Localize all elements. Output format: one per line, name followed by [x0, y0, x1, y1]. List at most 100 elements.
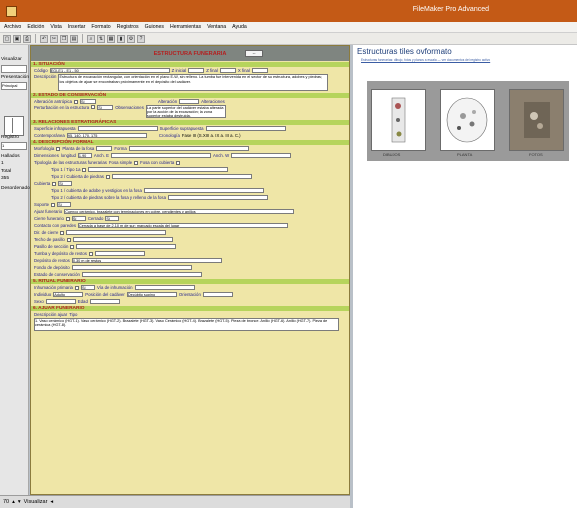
- dir-cierre-checkbox[interactable]: [60, 230, 65, 235]
- chart-icon[interactable]: ▮: [117, 34, 125, 43]
- menu-vista[interactable]: Vista: [50, 24, 61, 30]
- longitud-field[interactable]: 1.90: [77, 153, 92, 158]
- inhumacion-checkbox[interactable]: [74, 285, 79, 290]
- table-icon[interactable]: ▦: [107, 34, 115, 43]
- paste-icon[interactable]: ▤: [70, 34, 78, 43]
- z-final-field[interactable]: [219, 68, 236, 73]
- save-icon[interactable]: ▣: [13, 34, 21, 43]
- alteracion-field[interactable]: Sí: [79, 99, 96, 104]
- estado-field[interactable]: [81, 272, 202, 277]
- cierre-field[interactable]: Sí: [71, 216, 86, 221]
- menu-formato[interactable]: Formato: [91, 24, 110, 30]
- find-icon[interactable]: ⌕: [87, 34, 95, 43]
- layout-selector[interactable]: Principal: [1, 82, 27, 90]
- menu-archivo[interactable]: Archivo: [4, 24, 21, 30]
- tipologia-label: Tipología de las estructuras funerarias: [34, 160, 107, 165]
- sexo-field[interactable]: [45, 299, 76, 304]
- via-field[interactable]: [134, 285, 195, 290]
- tipo-cubierta1-field[interactable]: [143, 188, 264, 193]
- cierre-checkbox[interactable]: [65, 216, 70, 221]
- media-links[interactable]: Estructuras funerarias: dibujo, fotos y …: [361, 58, 531, 62]
- cut-icon[interactable]: ✂: [50, 34, 58, 43]
- perturbacion-checkbox[interactable]: [91, 105, 96, 109]
- menu-ayuda[interactable]: Ayuda: [232, 24, 247, 30]
- cerrado-field[interactable]: Sí: [105, 216, 120, 221]
- fondo-field[interactable]: [71, 265, 192, 270]
- help-icon[interactable]: ?: [137, 34, 145, 43]
- tipo-cubierta2-field[interactable]: [167, 195, 268, 200]
- zoom-level[interactable]: 70: [3, 499, 9, 505]
- menu-herramientas[interactable]: Herramientas: [170, 24, 201, 30]
- soporte-field[interactable]: Sí: [57, 202, 72, 207]
- tools-icon[interactable]: ⚙: [127, 34, 135, 43]
- zoom-out-icon[interactable]: ▾: [18, 499, 21, 505]
- soporte-checkbox[interactable]: [51, 202, 56, 207]
- individuo-field[interactable]: Adulto: [53, 292, 84, 297]
- x-final-field[interactable]: [251, 68, 268, 73]
- tipo-simple-checkbox[interactable]: [134, 160, 139, 165]
- zoom-in-icon[interactable]: ▴: [12, 499, 15, 505]
- menu-insertar[interactable]: Insertar: [68, 24, 86, 30]
- anchura-e-field[interactable]: [110, 153, 211, 158]
- layout-mode-selector[interactable]: [1, 65, 27, 73]
- orientacion-field[interactable]: [202, 292, 233, 297]
- ajuar-desc-field[interactable]: 1. Vaso cerámico (HGT-1). Vaso cerámico …: [34, 318, 339, 331]
- ajuar-field[interactable]: Cuenco cerámico, brazalete con terminaci…: [64, 209, 295, 214]
- posicion-field[interactable]: Decúbito supino: [126, 292, 177, 297]
- contacto-field[interactable]: Cerrada a base de 2.10 m de sur; marcado…: [78, 223, 289, 228]
- z-inicial-field[interactable]: [188, 68, 205, 73]
- individuo-label: Individuo: [34, 292, 52, 297]
- tipo-sub1-checkbox[interactable]: [82, 167, 87, 172]
- header-button[interactable]: ...: [245, 50, 263, 57]
- media-panel-title: Estructuras tiles ovformato: [357, 47, 452, 56]
- contemporanea-field[interactable]: 95, 140, 170, 175: [66, 133, 147, 138]
- menu-edicion[interactable]: Edición: [27, 24, 44, 30]
- alteracion2-field[interactable]: [179, 99, 200, 104]
- dir-cierre-field[interactable]: [66, 230, 167, 235]
- undo-icon[interactable]: ↶: [40, 34, 48, 43]
- menu-registros[interactable]: Registros: [117, 24, 139, 30]
- thumbnail-planta[interactable]: [440, 89, 495, 151]
- visualizar-label: Visualizar: [1, 57, 22, 62]
- thumbnail-fotos[interactable]: [509, 89, 564, 151]
- observaciones-field[interactable]: La parte superior del cadáver estaba alt…: [145, 105, 226, 118]
- tumba-field[interactable]: [94, 251, 145, 256]
- deposito-field[interactable]: 0.30 m de restos: [71, 258, 222, 263]
- print-icon[interactable]: ⎙: [23, 34, 31, 43]
- menu-guiones[interactable]: Guiones: [145, 24, 164, 30]
- perturbacion-field[interactable]: Sí: [97, 105, 114, 110]
- techo-field[interactable]: [72, 237, 173, 242]
- forma-field[interactable]: [128, 146, 249, 151]
- record-book-icon[interactable]: [4, 116, 24, 136]
- planta-field[interactable]: [96, 146, 113, 151]
- cubierta-field[interactable]: Sí: [58, 181, 73, 186]
- anchura-w-field[interactable]: [231, 153, 292, 158]
- copy-icon[interactable]: ❐: [60, 34, 68, 43]
- planta-label: Planta de la fosa: [62, 146, 95, 151]
- edad-field[interactable]: [89, 299, 120, 304]
- form-header: ESTRUCTURA FUNERARIA ...: [31, 46, 349, 61]
- pasillo-field[interactable]: [76, 244, 177, 249]
- tipo-sub1-field[interactable]: [88, 167, 229, 172]
- tipo-sub2-checkbox[interactable]: [105, 174, 110, 179]
- sort-icon[interactable]: ⇅: [97, 34, 105, 43]
- tumba-checkbox[interactable]: [88, 251, 93, 256]
- codigo-field[interactable]: EGI-E1 - E1 - 50: [49, 68, 170, 73]
- thumbnail-dibujos[interactable]: [371, 89, 426, 151]
- descripcion-field[interactable]: Estructura de excavación rectangular, co…: [58, 74, 329, 91]
- sup-suprapuesta-field[interactable]: [205, 126, 286, 131]
- record-number-field[interactable]: 1: [1, 142, 27, 150]
- new-record-icon[interactable]: ▢: [3, 34, 11, 43]
- alteracion-label: Alteración antrópica: [34, 99, 72, 104]
- tipo-cubierta-checkbox[interactable]: [176, 160, 181, 165]
- tipo-sub2-field[interactable]: [111, 174, 252, 179]
- techo-checkbox[interactable]: [66, 237, 71, 242]
- cubierta-checkbox[interactable]: [52, 181, 57, 186]
- sup-infrapuesta-field[interactable]: [77, 126, 158, 131]
- pasillo-checkbox[interactable]: [70, 244, 75, 249]
- menu-ventana[interactable]: Ventana: [207, 24, 226, 30]
- inhumacion-field[interactable]: Sí: [80, 285, 95, 290]
- morfologia-checkbox[interactable]: [56, 146, 61, 151]
- alteracion-checkbox[interactable]: [73, 99, 78, 104]
- scroll-left-icon[interactable]: ◂: [50, 499, 53, 505]
